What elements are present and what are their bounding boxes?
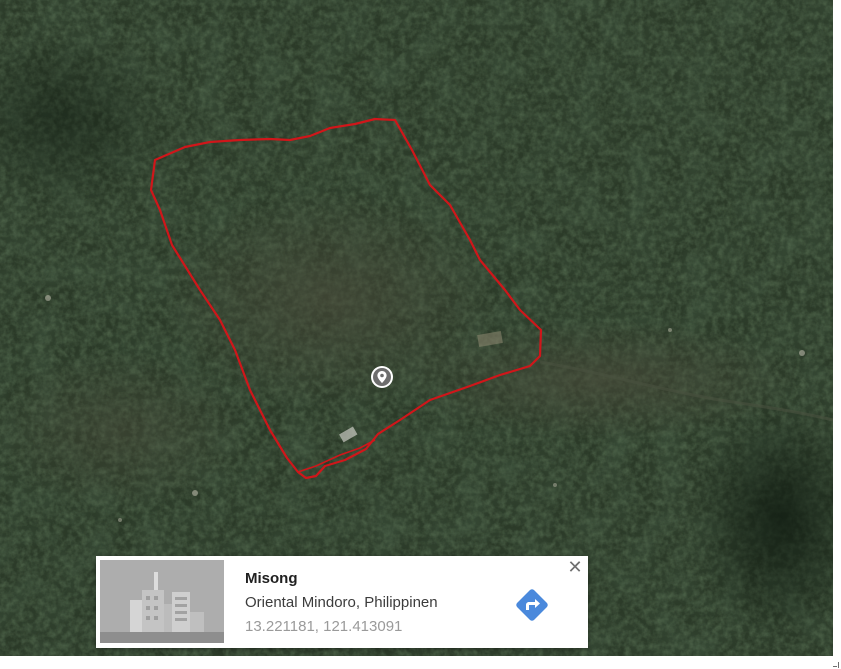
place-region: Oriental Mindoro, Philippinen <box>245 594 438 611</box>
location-pin-icon[interactable] <box>370 365 394 389</box>
satellite-map[interactable]: Misong Oriental Mindoro, Philippinen 13.… <box>0 0 833 656</box>
map-viewport: Misong Oriental Mindoro, Philippinen 13.… <box>0 0 841 669</box>
place-thumbnail[interactable] <box>100 560 224 643</box>
close-icon[interactable]: ✕ <box>566 558 584 576</box>
place-info-card: Misong Oriental Mindoro, Philippinen 13.… <box>96 556 588 648</box>
place-title: Misong <box>245 570 298 587</box>
corner-marker <box>831 656 841 669</box>
directions-button[interactable] <box>512 585 552 625</box>
building-thumbnail-icon <box>100 560 224 643</box>
place-coordinates: 13.221181, 121.413091 <box>245 618 403 635</box>
directions-icon <box>516 589 548 621</box>
